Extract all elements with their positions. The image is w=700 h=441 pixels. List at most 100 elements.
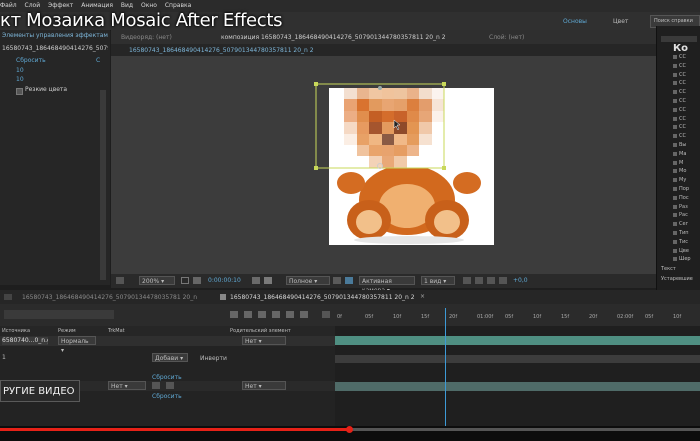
fast-preview-icon[interactable] [487, 277, 495, 284]
draft-3d-icon[interactable] [244, 311, 252, 318]
timeline-tabs: 16580743_186468490414276_507901344780357… [0, 290, 700, 304]
effects-search-input[interactable] [661, 36, 697, 42]
view-layout-dropdown[interactable]: 1 вид ▾ [421, 276, 455, 285]
toggle-pixel-icon[interactable] [463, 277, 471, 284]
effect-item[interactable]: СС [679, 80, 700, 86]
frame-blending-icon[interactable] [272, 311, 280, 318]
tab-timeline-2[interactable]: 16580743_186468490414276_507901344780357… [230, 294, 415, 301]
region-icon[interactable] [333, 277, 341, 284]
tab-timeline-1[interactable]: 16580743_186468490414276_507901344780357… [22, 294, 202, 301]
layer-row[interactable]: 6580740...0_n.gif Нормаль ▾ Нет ▾ [0, 336, 335, 354]
sharp-colors-checkbox[interactable] [16, 88, 23, 95]
col-mode[interactable]: Режим [58, 328, 76, 334]
flowchart-icon[interactable] [499, 277, 507, 284]
effect-item[interactable]: Мо [679, 168, 700, 174]
effects-footer-text[interactable]: Текст [661, 266, 676, 272]
effect-item[interactable]: Тип [679, 230, 700, 236]
tab-footage[interactable]: Видеоряд: (нет) [121, 34, 172, 41]
ruler-tick-label: 05f [505, 314, 514, 320]
reset-short-link[interactable]: С [96, 57, 100, 64]
comp-mini-flowchart-icon[interactable] [230, 311, 238, 318]
tab-layer[interactable]: Слой: (нет) [489, 34, 524, 41]
comp-breadcrumb[interactable]: 16580743_186468490414276_507901344780357… [129, 47, 329, 54]
effect-item[interactable]: Пор [679, 186, 700, 192]
effect-item[interactable]: СС [679, 72, 700, 78]
comp-tab-icon [220, 294, 226, 300]
effect-item[interactable]: СС [679, 133, 700, 139]
effect-item[interactable]: Пос [679, 195, 700, 201]
motion-blur-icon[interactable] [286, 311, 294, 318]
ruler-tick-label: 10f [673, 314, 682, 320]
camera-dropdown[interactable]: Активная камера ▾ [359, 276, 415, 294]
time-ruler[interactable]: 0f 05f 10f 15f 20f 01:00f 05f 10f 15f 20f 02:00f 05… [335, 310, 700, 324]
effect-item[interactable]: СС [679, 98, 700, 104]
video-scrubber-handle[interactable] [346, 426, 353, 433]
effect-item[interactable]: Шер [679, 256, 700, 262]
tab-composition[interactable]: композиция 16580743_186468490414276_5079… [221, 34, 481, 41]
fx-switch-icon[interactable] [152, 382, 160, 389]
effects-footer-obsolete[interactable]: Устаревшие [661, 276, 693, 282]
col-parent[interactable]: Родительский элемент [230, 328, 291, 334]
always-preview-icon[interactable] [116, 277, 124, 284]
effect-item[interactable]: Ма [679, 151, 700, 157]
other-videos-button[interactable]: РУГИЕ ВИДЕО [0, 380, 80, 402]
workspace-color[interactable]: Цвет [613, 18, 628, 25]
mask-mode-dropdown[interactable]: Добави ▾ [152, 353, 188, 362]
effects-category-header: Ко [673, 43, 689, 54]
workspace-basic[interactable]: Основы [563, 18, 587, 25]
channel-icon[interactable] [264, 277, 272, 284]
effect-item[interactable]: СС [679, 63, 700, 69]
effect-item[interactable]: Тиc [679, 239, 700, 245]
effect-item[interactable]: Сег [679, 221, 700, 227]
effect-controls-tab[interactable]: Элементы управления эффектами: 16580743_… [2, 32, 108, 39]
layer-list: 6580740...0_n.gif Нормаль ▾ Нет ▾ 1 Доба… [0, 336, 335, 426]
effect-item[interactable]: СС [679, 107, 700, 113]
zoom-dropdown[interactable]: 200% ▾ [139, 276, 175, 285]
effect-item[interactable]: Му [679, 177, 700, 183]
layer-parent-dropdown[interactable]: Нет ▾ [242, 336, 286, 345]
effect-item[interactable]: СС [679, 89, 700, 95]
horizontal-blocks-value[interactable]: 10 [16, 67, 24, 74]
effect-item[interactable]: СС [679, 54, 700, 60]
keyframe-icon[interactable] [322, 311, 330, 318]
effect-item[interactable]: Цве [679, 248, 700, 254]
video-title-overlay: кт Мозаика Mosaic After Effects [0, 10, 283, 31]
layer-name[interactable]: 6580740...0_n.gif [2, 337, 48, 345]
layer-duration-bar[interactable] [335, 336, 700, 345]
exposure-value[interactable]: +0,0 [513, 277, 528, 284]
grid-icon[interactable] [181, 277, 189, 284]
layer2-parent-dropdown[interactable]: Нет ▾ [242, 381, 286, 390]
timeline-search-input[interactable] [4, 310, 114, 319]
effect-item[interactable]: Вы [679, 142, 700, 148]
effect-item[interactable]: СС [679, 116, 700, 122]
timeline-tracks[interactable] [335, 308, 700, 426]
left-panel-scrollbar[interactable] [100, 90, 106, 280]
transparency-grid-icon[interactable] [345, 277, 353, 284]
mask-invert-label[interactable]: Инверти [200, 355, 227, 362]
mask-path-overlay[interactable] [310, 80, 450, 172]
resolution-dropdown[interactable]: Полное ▾ [286, 276, 330, 285]
effect-item[interactable]: М [679, 160, 700, 166]
effect-item[interactable]: Рас [679, 212, 700, 218]
shy-layers-icon[interactable] [258, 311, 266, 318]
effect-reset-timeline-2[interactable]: Сбросить [152, 393, 182, 400]
render-queue-icon[interactable] [4, 294, 12, 300]
snapshot-icon[interactable] [193, 277, 201, 284]
timecode[interactable]: 0:00:00:10 [208, 277, 241, 284]
camera-icon[interactable] [252, 277, 260, 284]
playhead-line[interactable] [445, 308, 446, 426]
effect-item[interactable]: СС [679, 124, 700, 130]
layer-mode-dropdown[interactable]: Нормаль ▾ [58, 336, 96, 354]
vertical-blocks-value[interactable]: 10 [16, 76, 24, 83]
col-source-name[interactable]: Источника [2, 328, 30, 334]
close-tab-icon[interactable]: × [420, 293, 425, 300]
effect-item[interactable]: Раз [679, 204, 700, 210]
layer2-duration-bar[interactable] [335, 382, 700, 391]
pickwhip-icon[interactable] [166, 382, 174, 389]
graph-editor-icon[interactable] [300, 311, 308, 318]
layer2-mode-dropdown[interactable]: Нет ▾ [108, 381, 146, 390]
reset-exposure-icon[interactable] [475, 277, 483, 284]
effect-reset-timeline-1[interactable]: Сбросить [152, 374, 182, 381]
col-trkmat[interactable]: TrkMat [108, 328, 125, 334]
effect-reset-link[interactable]: Сбросить [16, 57, 46, 64]
